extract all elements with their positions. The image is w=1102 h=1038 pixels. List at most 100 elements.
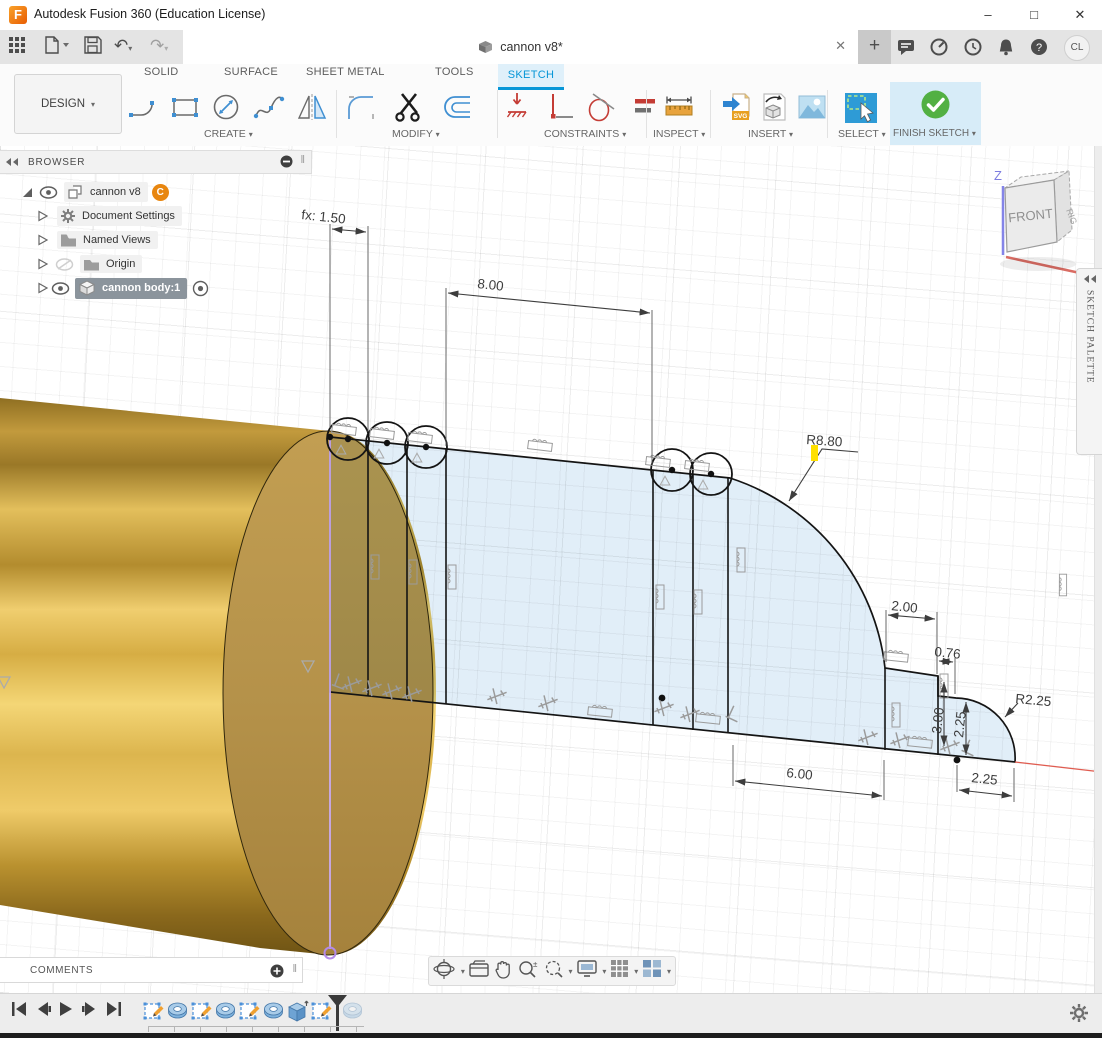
tab-tools[interactable]: TOOLS	[435, 66, 474, 86]
browser-row-root[interactable]: cannon v8 C	[0, 180, 312, 204]
notifications-bell-icon[interactable]	[997, 38, 1015, 56]
chevron-down-icon[interactable]: ▾	[667, 967, 671, 976]
circle-tool-icon[interactable]	[209, 90, 245, 126]
insert-svg-icon[interactable]: SVG	[720, 90, 756, 126]
timeline-sketch2-icon[interactable]	[190, 1000, 213, 1023]
fit-icon[interactable]	[543, 959, 565, 984]
timeline-step-back-icon[interactable]	[34, 1000, 52, 1018]
workspace-selector[interactable]: DESIGN▾	[14, 74, 122, 134]
timeline-extrude-icon[interactable]	[286, 1000, 309, 1023]
dimension-label[interactable]: 0.76	[934, 644, 962, 662]
mirror-tool-icon[interactable]	[295, 90, 331, 126]
timeline-revolve1-icon[interactable]	[166, 1000, 189, 1023]
file-menu-icon[interactable]	[44, 36, 70, 59]
timeline-play-icon[interactable]	[57, 1000, 75, 1018]
collapsed-arrow-icon[interactable]	[36, 209, 49, 223]
create-group-label[interactable]: CREATE ▾	[204, 128, 253, 140]
timeline-ruler[interactable]	[148, 1026, 364, 1032]
browser-row-named-views[interactable]: Named Views	[0, 228, 312, 252]
help-icon[interactable]: ?	[1030, 38, 1048, 56]
finish-check-icon[interactable]	[919, 88, 952, 126]
expand-panel-icon[interactable]	[1083, 274, 1097, 284]
row-pill[interactable]: Document Settings	[57, 206, 182, 226]
tab-surface[interactable]: SURFACE	[224, 66, 278, 86]
visibility-eye-icon[interactable]	[51, 282, 70, 295]
select-group-label[interactable]: SELECT ▾	[838, 128, 886, 140]
constraints-group-label[interactable]: CONSTRAINTS ▾	[544, 128, 626, 140]
sketch-palette-tab[interactable]: SKETCH PALETTE	[1076, 268, 1102, 455]
selected-body-pill[interactable]: cannon body:1	[75, 278, 187, 299]
line-tool-icon[interactable]	[127, 90, 163, 126]
dimension-label[interactable]: 8.00	[477, 276, 505, 294]
look-at-icon[interactable]	[469, 960, 489, 983]
zoom-icon[interactable]: ±	[517, 959, 539, 984]
dimension-label[interactable]: R8.80	[806, 432, 843, 449]
remove-icon[interactable]	[280, 155, 293, 168]
dimension-label[interactable]: 2.25	[951, 711, 969, 739]
history-clock-icon[interactable]	[964, 38, 982, 56]
orbit-icon[interactable]	[433, 958, 457, 985]
ground-target-icon[interactable]	[192, 280, 209, 297]
modify-group-label[interactable]: MODIFY ▾	[392, 128, 440, 140]
job-status-icon[interactable]	[897, 38, 915, 56]
data-panel-icon[interactable]	[8, 36, 26, 59]
tab-solid[interactable]: SOLID	[144, 66, 179, 86]
trim-tool-icon[interactable]	[392, 90, 428, 126]
tab-sheet-metal[interactable]: SHEET METAL	[306, 66, 385, 86]
insert-decal-icon[interactable]	[757, 90, 793, 126]
finish-sketch-label[interactable]: FINISH SKETCH ▾	[893, 128, 976, 139]
coincident-constraint-icon[interactable]	[543, 90, 579, 126]
user-avatar[interactable]: CL	[1064, 35, 1090, 61]
timeline-revolve3-icon[interactable]	[262, 1000, 285, 1023]
timeline-sketch3-icon[interactable]	[238, 1000, 261, 1023]
spline-tool-icon[interactable]	[252, 90, 288, 126]
redo-icon[interactable]: ↷▾	[150, 36, 168, 56]
tangent-constraint-icon[interactable]	[585, 90, 621, 126]
chevron-down-icon[interactable]: ▾	[602, 967, 606, 976]
chevron-down-icon[interactable]: ▾	[461, 967, 465, 976]
display-settings-icon[interactable]	[576, 959, 598, 983]
timeline-go-end-icon[interactable]	[105, 1000, 123, 1018]
fillet-tool-icon[interactable]	[344, 90, 380, 126]
inspect-group-label[interactable]: INSPECT ▾	[653, 128, 705, 140]
save-icon[interactable]	[84, 36, 102, 59]
collapsed-arrow-icon[interactable]	[36, 281, 49, 295]
timeline-sketch1-icon[interactable]	[142, 1000, 165, 1023]
undo-icon[interactable]: ↶▾	[114, 36, 132, 56]
row-pill[interactable]: Origin	[80, 255, 142, 273]
tab-close-icon[interactable]: ✕	[835, 38, 846, 54]
collapse-panel-icon[interactable]	[5, 157, 20, 167]
insert-canvas-image-icon[interactable]	[795, 90, 831, 126]
measure-tool-icon[interactable]	[662, 90, 698, 126]
dimension-label[interactable]: 3.00	[929, 707, 947, 735]
select-tool-icon[interactable]	[843, 90, 879, 126]
viewports-icon[interactable]	[642, 959, 663, 983]
tab-sketch-active[interactable]: SKETCH	[498, 64, 564, 90]
horizontal-vertical-constraint-icon[interactable]	[503, 90, 539, 126]
visibility-eye-icon[interactable]	[39, 186, 58, 199]
expanded-arrow-icon[interactable]	[20, 185, 34, 199]
offset-tool-icon[interactable]	[440, 90, 476, 126]
panel-grip-icon[interactable]: ‖	[292, 963, 297, 975]
add-comment-icon[interactable]	[270, 964, 284, 978]
collapsed-arrow-icon[interactable]	[36, 233, 49, 247]
timeline-revolve2-icon[interactable]	[214, 1000, 237, 1023]
timeline-revolve4-suppressed-icon[interactable]	[341, 1000, 364, 1023]
grid-snap-icon[interactable]	[610, 959, 630, 983]
browser-row-origin[interactable]: Origin	[0, 252, 312, 276]
root-component-pill[interactable]: cannon v8	[64, 182, 148, 202]
collaborator-badge[interactable]: C	[152, 184, 169, 201]
document-tab[interactable]: cannon v8* ✕	[183, 30, 858, 64]
timeline-settings-gear-icon[interactable]	[1068, 1002, 1090, 1029]
extensions-icon[interactable]	[930, 38, 948, 56]
browser-row-cannon-body[interactable]: cannon body:1	[0, 276, 312, 300]
dimension-label[interactable]: 2.00	[891, 598, 919, 616]
collapsed-arrow-icon[interactable]	[36, 257, 49, 271]
panel-grip-icon[interactable]: ‖	[300, 154, 305, 166]
close-button[interactable]: ✕	[1060, 0, 1100, 30]
row-pill[interactable]: Named Views	[57, 231, 158, 249]
timeline-step-forward-icon[interactable]	[81, 1000, 99, 1018]
maximize-button[interactable]: □	[1014, 0, 1054, 30]
visibility-off-eye-icon[interactable]	[55, 258, 74, 271]
insert-group-label[interactable]: INSERT ▾	[748, 128, 793, 140]
